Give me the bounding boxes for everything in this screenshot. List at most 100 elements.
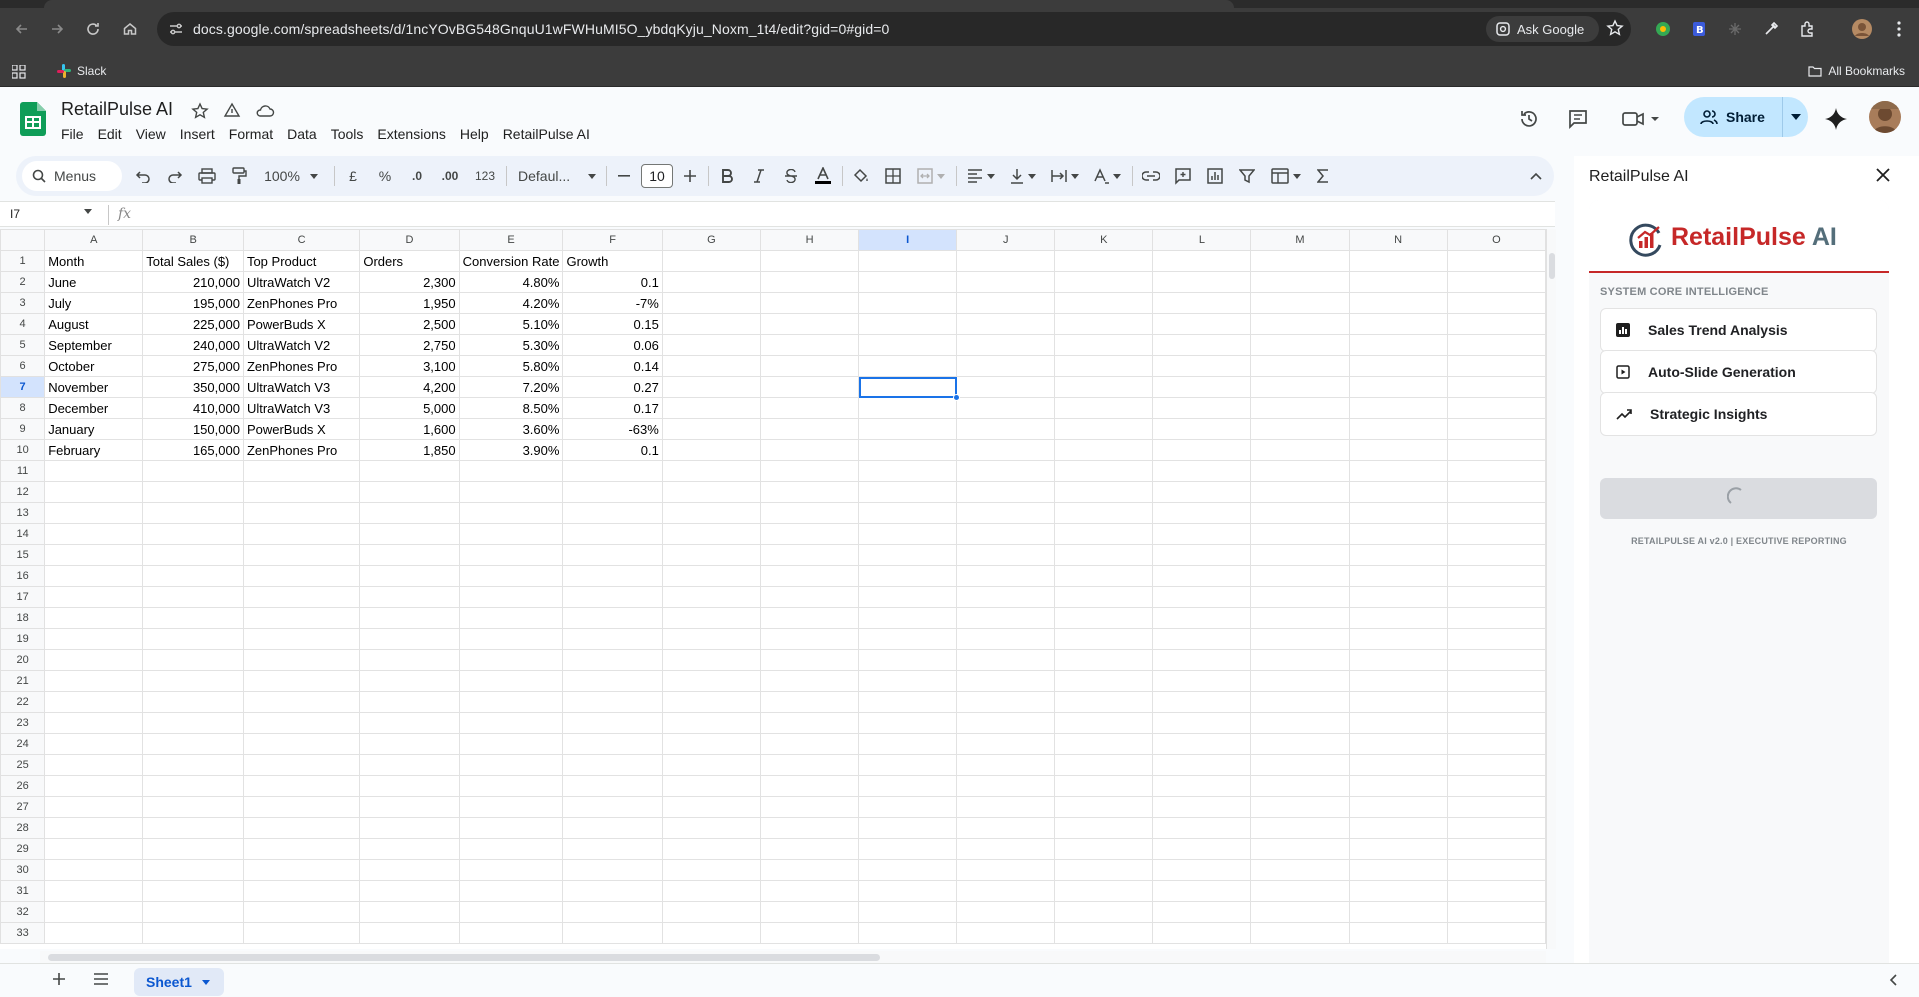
cell[interactable]: [956, 586, 1056, 608]
cell[interactable]: [242, 460, 361, 482]
cell[interactable]: [1152, 670, 1252, 692]
column-header[interactable]: O: [1446, 229, 1546, 251]
address-bar[interactable]: docs.google.com/spreadsheets/d/1ncYOvBG5…: [157, 12, 1631, 46]
cell[interactable]: [1348, 481, 1448, 503]
cell[interactable]: [1446, 901, 1546, 923]
cell[interactable]: [956, 754, 1056, 776]
cell[interactable]: [242, 901, 361, 923]
cell[interactable]: [858, 712, 958, 734]
cell[interactable]: [1152, 859, 1252, 881]
cell[interactable]: [359, 649, 460, 671]
cell[interactable]: [458, 544, 564, 566]
cell[interactable]: [1348, 922, 1448, 944]
row-header[interactable]: 21: [0, 670, 46, 692]
cell[interactable]: [562, 754, 663, 776]
cell[interactable]: [242, 607, 361, 629]
extension-dim-icon[interactable]: [1723, 17, 1747, 41]
cell[interactable]: 150,000: [142, 418, 244, 440]
bold-icon[interactable]: [716, 164, 738, 188]
menu-view[interactable]: View: [129, 124, 173, 144]
cell[interactable]: [1250, 796, 1350, 818]
cell[interactable]: [956, 796, 1056, 818]
cell[interactable]: 0.1: [562, 271, 663, 293]
browser-menu-icon[interactable]: [1887, 17, 1911, 41]
cell[interactable]: [1054, 838, 1154, 860]
cell[interactable]: [858, 796, 958, 818]
cell[interactable]: [44, 565, 144, 587]
redo-icon[interactable]: [164, 164, 186, 188]
cell[interactable]: [759, 397, 860, 419]
column-header[interactable]: G: [661, 229, 761, 251]
cell[interactable]: [44, 691, 144, 713]
row-header[interactable]: 5: [0, 334, 46, 356]
cell[interactable]: [1054, 334, 1154, 356]
cell[interactable]: [1348, 775, 1448, 797]
cell[interactable]: [1054, 271, 1154, 293]
cell[interactable]: [1054, 565, 1154, 587]
cell[interactable]: [759, 439, 860, 461]
cell[interactable]: August: [44, 313, 144, 335]
menus-search[interactable]: Menus: [22, 161, 122, 191]
cell[interactable]: [458, 838, 564, 860]
cell[interactable]: [142, 607, 244, 629]
column-header[interactable]: N: [1348, 229, 1448, 251]
cell[interactable]: [1348, 733, 1448, 755]
close-icon[interactable]: [1876, 168, 1890, 182]
cell[interactable]: [1054, 418, 1154, 440]
back-icon[interactable]: [10, 17, 34, 41]
cell[interactable]: [1250, 334, 1350, 356]
cell[interactable]: [142, 481, 244, 503]
cell[interactable]: [562, 817, 663, 839]
cell[interactable]: [1054, 670, 1154, 692]
cell[interactable]: [242, 775, 361, 797]
cell[interactable]: [359, 586, 460, 608]
cell[interactable]: Orders: [359, 250, 460, 272]
cell[interactable]: 275,000: [142, 355, 244, 377]
cell[interactable]: 8.50%: [458, 397, 564, 419]
cell[interactable]: [1152, 544, 1252, 566]
borders-icon[interactable]: [882, 164, 904, 188]
cell[interactable]: [1250, 649, 1350, 671]
extension-blue-icon[interactable]: B: [1687, 17, 1711, 41]
cell[interactable]: [1054, 313, 1154, 335]
cell[interactable]: [1152, 838, 1252, 860]
cell[interactable]: PowerBuds X: [242, 418, 361, 440]
select-all-corner[interactable]: [0, 229, 46, 251]
cell[interactable]: 225,000: [142, 313, 244, 335]
cell[interactable]: [1348, 880, 1448, 902]
cell[interactable]: UltraWatch V2: [242, 271, 361, 293]
row-header[interactable]: 27: [0, 796, 46, 818]
cell[interactable]: [1054, 754, 1154, 776]
cell[interactable]: [1152, 460, 1252, 482]
cell[interactable]: [858, 502, 958, 524]
cell[interactable]: [858, 418, 958, 440]
cell[interactable]: [359, 502, 460, 524]
cell[interactable]: [562, 565, 663, 587]
name-box[interactable]: I7: [10, 207, 20, 221]
zoom-select[interactable]: 100%: [260, 164, 322, 188]
cell[interactable]: [1446, 397, 1546, 419]
row-header[interactable]: 30: [0, 859, 46, 881]
text-wrapping-icon[interactable]: [1048, 164, 1082, 188]
cell[interactable]: [1348, 754, 1448, 776]
row-header[interactable]: 6: [0, 355, 46, 377]
cell[interactable]: [759, 376, 860, 398]
cell[interactable]: [142, 691, 244, 713]
column-header[interactable]: C: [242, 229, 361, 251]
cell[interactable]: [956, 376, 1056, 398]
cell[interactable]: 210,000: [142, 271, 244, 293]
cell[interactable]: [661, 355, 761, 377]
cell[interactable]: [1446, 712, 1546, 734]
cell[interactable]: UltraWatch V3: [242, 397, 361, 419]
cell[interactable]: [858, 901, 958, 923]
menu-extensions[interactable]: Extensions: [370, 124, 452, 144]
cell[interactable]: [1348, 901, 1448, 923]
cell[interactable]: 4.80%: [458, 271, 564, 293]
cell[interactable]: [1152, 439, 1252, 461]
vertical-align-icon[interactable]: [1006, 164, 1040, 188]
cell[interactable]: [759, 754, 860, 776]
bookmark-slack[interactable]: Slack: [57, 64, 106, 78]
cell[interactable]: [1054, 439, 1154, 461]
column-header[interactable]: F: [562, 229, 663, 251]
cell[interactable]: [1250, 271, 1350, 293]
